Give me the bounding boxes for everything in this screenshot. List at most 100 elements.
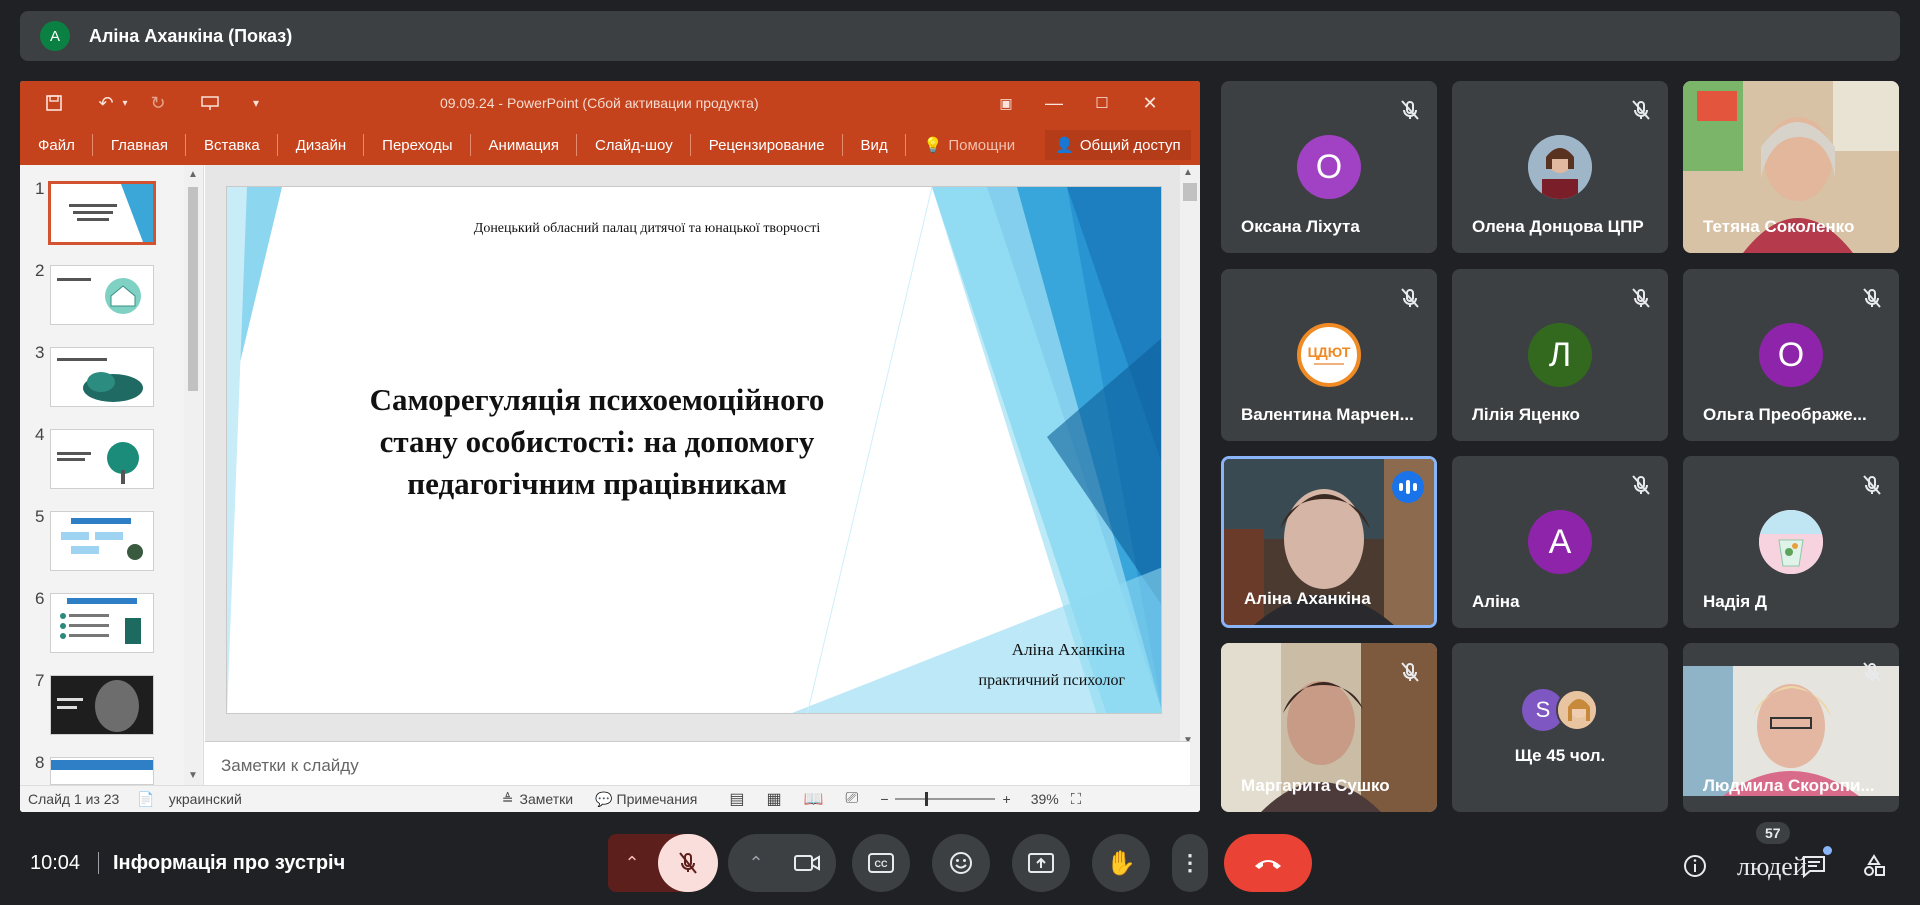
mic-toggle-button[interactable] bbox=[658, 834, 718, 892]
more-vert-icon: ⋮ bbox=[1179, 850, 1201, 875]
comments-button[interactable]: Примечания bbox=[617, 791, 698, 807]
help-label: Помощни bbox=[948, 136, 1016, 154]
ribbon-display-icon[interactable]: ▣ bbox=[992, 89, 1020, 117]
slide-title: Саморегуляція психоемоційного стану особ… bbox=[369, 382, 825, 501]
slide-thumbnail-8[interactable] bbox=[50, 757, 154, 785]
participant-name: Тетяна Соколенко bbox=[1703, 217, 1855, 236]
comments-icon: 💬 bbox=[595, 790, 613, 807]
maximize-icon[interactable]: ☐ bbox=[1088, 89, 1116, 117]
slide-organization: Донецький обласний палац дитячої та юнац… bbox=[473, 221, 821, 236]
normal-view-icon[interactable]: ▤ bbox=[729, 789, 744, 809]
tab-animations[interactable]: Анимация bbox=[471, 125, 578, 165]
undo-dropdown-icon[interactable]: ▾ bbox=[118, 89, 132, 117]
avatar bbox=[1759, 510, 1823, 574]
participant-tile[interactable]: ЦДЮТ Валентина Марчен... bbox=[1221, 269, 1437, 441]
slide-number: 1 bbox=[35, 179, 45, 198]
others-count: Ще 45 чол. bbox=[1514, 746, 1606, 765]
video-options-icon[interactable]: ⌃ bbox=[736, 834, 776, 892]
slide-thumbnail-3[interactable] bbox=[50, 347, 154, 407]
activities-button[interactable] bbox=[1856, 848, 1892, 884]
tab-review[interactable]: Рецензирование bbox=[691, 125, 843, 165]
camera-toggle-button[interactable] bbox=[778, 834, 836, 892]
audio-options-icon[interactable]: ⌃ bbox=[608, 834, 656, 892]
tab-design[interactable]: Дизайн bbox=[278, 125, 365, 165]
slideshow-icon[interactable] bbox=[196, 89, 224, 117]
zoom-slider[interactable] bbox=[894, 792, 995, 806]
scroll-up-icon[interactable]: ▲ bbox=[1183, 167, 1197, 181]
participant-tile[interactable]: Людмила Скоропи... bbox=[1683, 643, 1899, 812]
slide-author: Аліна Аханкіна bbox=[1011, 640, 1125, 659]
slide-thumbnail-6[interactable] bbox=[50, 593, 154, 653]
participant-tile[interactable]: О Оксана Ліхута bbox=[1221, 81, 1437, 253]
zoom-in-icon[interactable]: + bbox=[1003, 791, 1011, 807]
current-slide[interactable]: Донецький обласний палац дитячої та юнац… bbox=[226, 186, 1162, 714]
participant-tile[interactable]: О Ольга Преображе... bbox=[1683, 269, 1899, 441]
spellcheck-icon[interactable]: 📄 bbox=[137, 791, 154, 808]
tab-slideshow[interactable]: Слайд-шоу bbox=[577, 125, 691, 165]
tab-home[interactable]: Главная bbox=[93, 125, 187, 165]
slide-number: 6 bbox=[35, 589, 45, 608]
slide-sorter-icon[interactable]: ▦ bbox=[766, 789, 781, 809]
reactions-button[interactable] bbox=[932, 834, 990, 892]
slide-scrollbar[interactable]: ▲ ▼ ⇞ ⇟ bbox=[1180, 165, 1200, 785]
zoom-level[interactable]: 39% bbox=[1031, 791, 1059, 807]
participant-tile[interactable]: Тетяна Соколенко bbox=[1683, 81, 1899, 253]
save-icon[interactable] bbox=[40, 89, 68, 117]
captions-button[interactable]: CC bbox=[852, 834, 910, 892]
tab-file[interactable]: Файл bbox=[20, 125, 93, 165]
more-options-button[interactable]: ⋮ bbox=[1172, 834, 1208, 892]
reading-view-icon[interactable]: 📖 bbox=[804, 789, 824, 809]
tab-view[interactable]: Вид bbox=[843, 125, 906, 165]
zoom-out-icon[interactable]: − bbox=[880, 791, 888, 807]
leave-call-button[interactable] bbox=[1224, 834, 1312, 892]
share-button[interactable]: 👤 Общий доступ bbox=[1045, 130, 1191, 160]
participant-tile[interactable]: Надія Д bbox=[1683, 456, 1899, 628]
minimize-icon[interactable]: — bbox=[1040, 89, 1068, 117]
meeting-details-button[interactable] bbox=[1677, 848, 1713, 884]
others-tile[interactable]: S Ще 45 чол. bbox=[1452, 643, 1668, 812]
meeting-controls-bar: 10:04 Інформація про зустріч ⌃ ⌃ CC ✋ ⋮ … bbox=[0, 812, 1920, 905]
redo-icon[interactable]: ↻ bbox=[144, 89, 172, 117]
svg-text:CC: CC bbox=[875, 859, 888, 869]
slide-thumbnail-7[interactable] bbox=[50, 675, 154, 735]
scroll-down-icon[interactable]: ▼ bbox=[188, 770, 198, 781]
zoom-slider-handle[interactable] bbox=[924, 792, 928, 806]
scrollbar-thumb[interactable] bbox=[188, 187, 198, 391]
present-button[interactable] bbox=[1012, 834, 1070, 892]
notes-pane[interactable]: Заметки к слайду bbox=[205, 741, 1190, 785]
slide-thumbnail-2[interactable] bbox=[50, 265, 154, 325]
thumbnail-scrollbar[interactable]: ▲ ▼ bbox=[184, 165, 202, 785]
close-icon[interactable]: ✕ bbox=[1136, 89, 1164, 117]
participant-tile[interactable]: Л Лілія Яценко bbox=[1452, 269, 1668, 441]
people-count-badge: 57 bbox=[1756, 822, 1790, 844]
scrollbar-thumb[interactable] bbox=[1183, 183, 1197, 201]
slide-thumbnail-4[interactable] bbox=[50, 429, 154, 489]
participant-tile-speaking[interactable]: Аліна Аханкіна bbox=[1221, 456, 1437, 628]
tab-insert[interactable]: Вставка bbox=[186, 125, 278, 165]
notes-button[interactable]: Заметки bbox=[520, 791, 574, 807]
emoji-icon bbox=[950, 852, 972, 874]
presenter-label: Аліна Аханкіна (Показ) bbox=[89, 25, 293, 46]
slideshow-view-icon[interactable]: ⎚ bbox=[846, 790, 859, 808]
svg-text:ЦДЮТ: ЦДЮТ bbox=[1308, 344, 1351, 360]
meeting-info-link[interactable]: Інформація про зустріч bbox=[113, 852, 345, 875]
language-label[interactable]: украинский bbox=[169, 791, 242, 807]
participant-tile[interactable]: А Аліна bbox=[1452, 456, 1668, 628]
slide-number: 2 bbox=[35, 261, 45, 280]
customize-toolbar-icon[interactable]: ▾ bbox=[242, 89, 270, 117]
slide-counter: Слайд 1 из 23 bbox=[28, 791, 120, 807]
participant-tile[interactable]: Олена Донцова ЦПР bbox=[1452, 81, 1668, 253]
slide-thumbnail-5[interactable] bbox=[50, 511, 154, 571]
tab-transitions[interactable]: Переходы bbox=[364, 125, 471, 165]
tab-help[interactable]: 💡 Помощни bbox=[906, 125, 1033, 165]
chat-button[interactable] bbox=[1796, 846, 1832, 884]
participant-tile[interactable]: Маргарита Сушко bbox=[1221, 643, 1437, 812]
captions-icon: CC bbox=[868, 853, 894, 873]
slide-thumbnail-1[interactable] bbox=[48, 181, 156, 245]
undo-icon[interactable]: ↶ bbox=[92, 89, 120, 117]
participant-name: Оксана Ліхута bbox=[1241, 217, 1360, 236]
fit-to-window-icon[interactable]: ⛶ bbox=[1071, 791, 1082, 808]
scroll-up-icon[interactable]: ▲ bbox=[188, 169, 198, 180]
raise-hand-button[interactable]: ✋ bbox=[1092, 834, 1150, 892]
notes-icon: ≜ bbox=[501, 790, 514, 807]
